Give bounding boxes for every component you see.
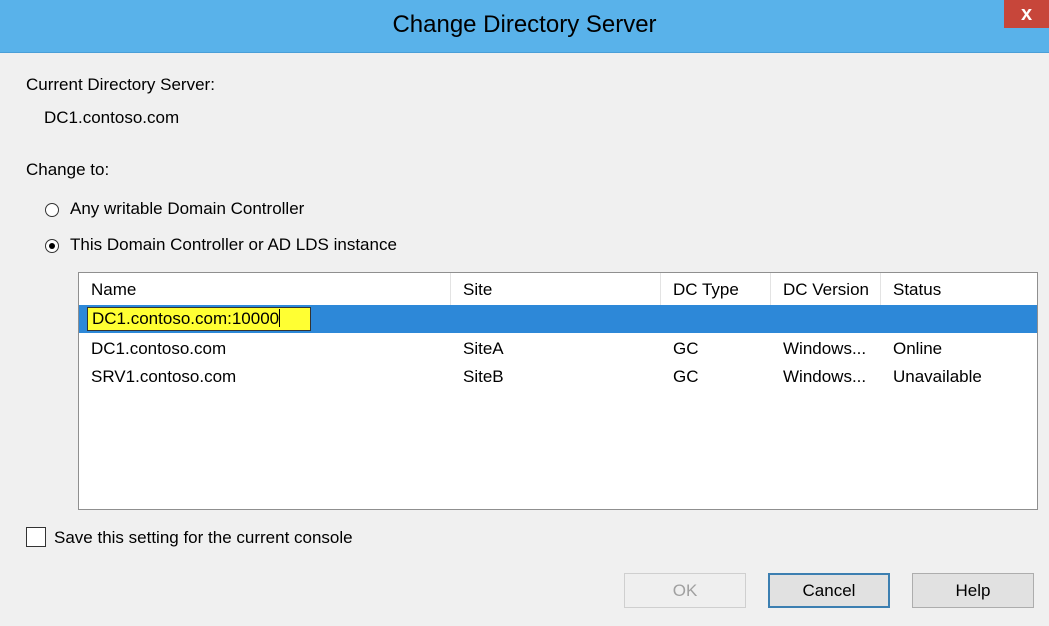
- title-bar[interactable]: Change Directory Server x: [0, 0, 1049, 53]
- close-button[interactable]: x: [1004, 0, 1049, 28]
- change-directory-server-dialog: Change Directory Server x Current Direct…: [0, 0, 1049, 626]
- radio-this-dc-or-adlds-label[interactable]: This Domain Controller or AD LDS instanc…: [70, 235, 397, 255]
- cell-dc-version: Windows...: [783, 339, 867, 358]
- close-icon: x: [1020, 3, 1033, 25]
- server-name-edit-input[interactable]: DC1.contoso.com:10000: [87, 307, 311, 331]
- column-header-dc-type[interactable]: DC Type: [661, 273, 771, 305]
- save-setting-label[interactable]: Save this setting for the current consol…: [54, 528, 353, 548]
- radio-this-dc-or-adlds[interactable]: [45, 239, 59, 253]
- cell-dc-version: Windows...: [783, 367, 867, 386]
- domain-controller-list[interactable]: Name Site DC Type DC Version Status DC1.…: [78, 272, 1038, 510]
- cell-name: SRV1.contoso.com: [91, 367, 237, 386]
- radio-any-writable-dc[interactable]: [45, 203, 59, 217]
- cell-status: Online: [893, 339, 943, 358]
- column-header-status[interactable]: Status: [881, 273, 1037, 305]
- cell-dc-type: GC: [673, 367, 699, 386]
- table-row[interactable]: SRV1.contoso.com SiteB GC Windows... Una…: [79, 363, 1037, 391]
- column-header-name[interactable]: Name: [79, 273, 451, 305]
- cell-site: SiteB: [463, 367, 504, 386]
- cell-status: Unavailable: [893, 367, 982, 386]
- cell-dc-type: GC: [673, 339, 699, 358]
- current-server-label: Current Directory Server:: [26, 75, 215, 94]
- save-setting-checkbox[interactable]: [26, 527, 46, 547]
- radio-any-writable-dc-label[interactable]: Any writable Domain Controller: [70, 199, 304, 219]
- cancel-button[interactable]: Cancel: [768, 573, 890, 608]
- change-to-label: Change to:: [26, 160, 110, 179]
- cell-name: DC1.contoso.com: [91, 339, 227, 358]
- ok-button[interactable]: OK: [624, 573, 746, 608]
- current-server-value: DC1.contoso.com: [44, 108, 180, 127]
- help-button[interactable]: Help: [912, 573, 1034, 608]
- column-header-dc-version[interactable]: DC Version: [771, 273, 881, 305]
- table-row-editing[interactable]: DC1.contoso.com:10000: [79, 305, 1037, 333]
- cell-site: SiteA: [463, 339, 504, 358]
- text-caret-icon: [279, 309, 281, 327]
- column-header-site[interactable]: Site: [451, 273, 661, 305]
- server-name-edit-text: DC1.contoso.com:10000: [92, 309, 280, 328]
- table-row[interactable]: DC1.contoso.com SiteA GC Windows... Onli…: [79, 335, 1037, 363]
- dialog-title: Change Directory Server: [392, 11, 657, 38]
